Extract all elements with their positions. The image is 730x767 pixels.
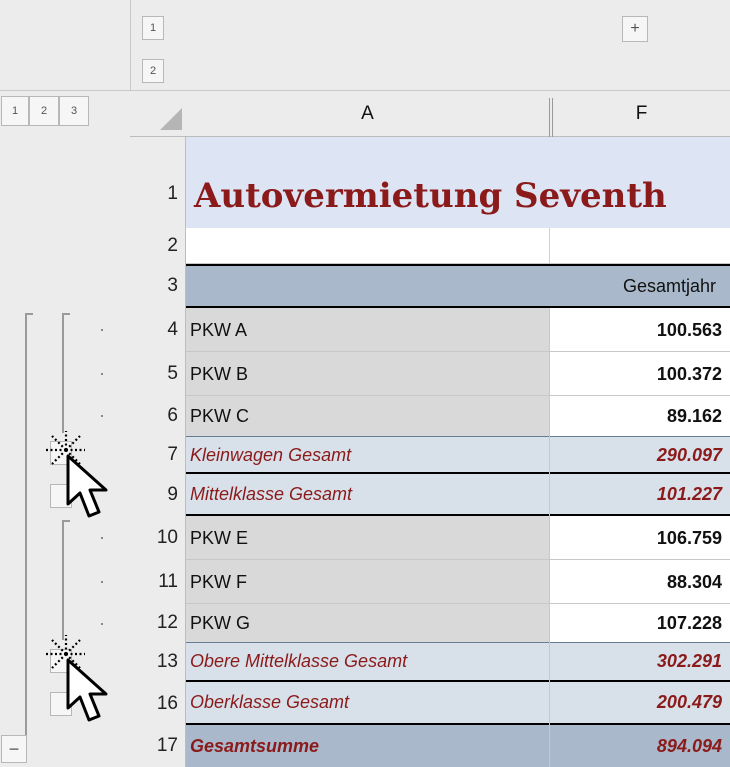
subtotal-value[interactable]: 290.097 <box>550 437 730 473</box>
row-level-1-button[interactable]: 1 <box>1 96 29 126</box>
label-cell[interactable]: PKW E <box>186 516 549 560</box>
row-header-6[interactable]: 6 <box>130 396 186 436</box>
row-header-3[interactable]: 3 <box>130 264 186 307</box>
mouse-pointer-icon <box>66 658 108 722</box>
label-cell[interactable]: PKW C <box>186 396 549 436</box>
outline-dot <box>101 415 103 417</box>
value-cell[interactable]: 100.372 <box>550 352 730 396</box>
col-level-1-button[interactable]: 1 <box>142 16 164 40</box>
value-cell[interactable]: 100.563 <box>550 308 730 352</box>
row-header-16[interactable]: 16 <box>130 682 186 726</box>
column-divider <box>549 308 550 767</box>
row-header-4[interactable]: 4 <box>130 308 186 352</box>
label-cell[interactable]: PKW G <box>186 604 549 642</box>
label-cell[interactable]: PKW F <box>186 560 549 604</box>
row-header-17[interactable]: 17 <box>130 725 186 767</box>
outline-column-bar <box>0 0 730 91</box>
row-header-2[interactable]: 2 <box>130 228 186 264</box>
total-value[interactable]: 894.094 <box>550 725 730 767</box>
value-cell[interactable]: 106.759 <box>550 516 730 560</box>
blank-cell-divider <box>549 228 550 264</box>
row-header-5[interactable]: 5 <box>130 352 186 396</box>
row-header-13[interactable]: 13 <box>130 642 186 682</box>
row-header-1[interactable]: 1 <box>130 137 186 228</box>
row-header-12[interactable]: 12 <box>130 604 186 642</box>
outline-dot <box>101 329 103 331</box>
outline-divider <box>130 0 131 91</box>
subtotal-label[interactable]: Obere Mittelklasse Gesamt <box>186 643 549 680</box>
outline-dot <box>101 581 103 583</box>
subtotal-label[interactable]: Kleinwagen Gesamt <box>186 437 549 473</box>
label-cell[interactable]: PKW A <box>186 308 549 352</box>
row-header-10[interactable]: 10 <box>130 516 186 560</box>
sheet-title: Autovermietung Seventh <box>194 176 667 216</box>
col-expand-button[interactable]: + <box>622 16 648 42</box>
row-level-2-button[interactable]: 2 <box>29 96 59 126</box>
outline-dot <box>101 537 103 539</box>
value-cell[interactable]: 107.228 <box>550 604 730 642</box>
value-cell[interactable]: 88.304 <box>550 560 730 604</box>
column-header-a[interactable]: A <box>186 91 549 137</box>
outline-level2-bracket <box>62 520 70 640</box>
mouse-pointer-icon <box>66 454 108 518</box>
subtotal-value[interactable]: 200.479 <box>550 682 730 723</box>
outline-level1-bracket <box>25 313 33 749</box>
row-header-9[interactable]: 9 <box>130 474 186 516</box>
value-cell[interactable]: 89.162 <box>550 396 730 436</box>
column-letter: F <box>635 103 648 124</box>
subtotal-value[interactable]: 302.291 <box>550 643 730 680</box>
header-gesamtjahr[interactable]: Gesamtjahr <box>553 266 730 306</box>
column-header-f[interactable]: F <box>553 91 730 137</box>
label-cell[interactable]: PKW B <box>186 352 549 396</box>
outline-dot <box>101 373 103 375</box>
col-level-2-button[interactable]: 2 <box>142 59 164 83</box>
outline-dot <box>101 623 103 625</box>
subtotal-value[interactable]: 101.227 <box>550 474 730 514</box>
row-header-11[interactable]: 11 <box>130 560 186 604</box>
outline-level2-bracket <box>62 313 70 433</box>
subtotal-label[interactable]: Oberklasse Gesamt <box>186 682 549 723</box>
row-level-3-button[interactable]: 3 <box>59 96 89 126</box>
subtotal-label[interactable]: Mittelklasse Gesamt <box>186 474 549 514</box>
row-collapse-button[interactable]: − <box>1 735 27 763</box>
row-header-7[interactable]: 7 <box>130 436 186 474</box>
total-label[interactable]: Gesamtsumme <box>186 725 549 767</box>
select-all-corner[interactable] <box>160 108 182 130</box>
column-letter: A <box>361 103 374 124</box>
